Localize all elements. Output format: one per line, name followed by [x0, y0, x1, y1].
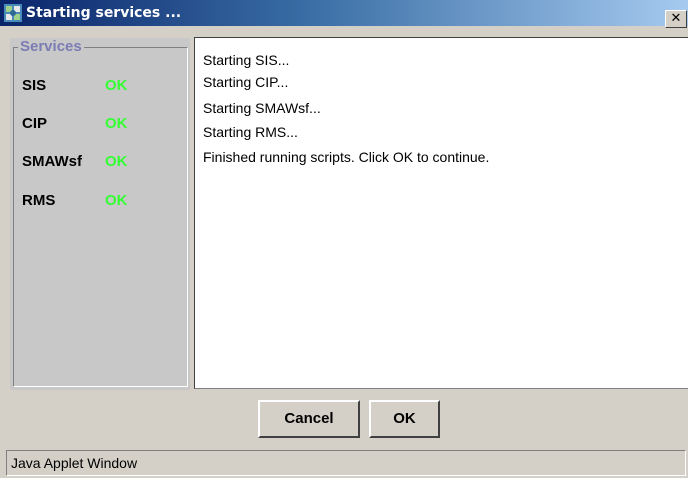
log-line: Starting RMS...: [203, 124, 298, 140]
log-line: Finished running scripts. Click OK to co…: [203, 149, 490, 165]
service-status-sis: OK: [105, 77, 128, 94]
service-name-rms: RMS: [22, 192, 56, 209]
title-bar[interactable]: Starting services ... ✕: [0, 0, 688, 28]
service-name-sis: SIS: [22, 77, 47, 94]
service-name-smawsf: SMAWsf: [22, 153, 82, 170]
services-legend: Services: [18, 38, 84, 56]
cancel-button[interactable]: Cancel: [258, 400, 360, 438]
status-text: Java Applet Window: [11, 455, 138, 471]
applet-status-bar: Java Applet Window: [6, 450, 686, 476]
window-title: Starting services ...: [26, 5, 182, 21]
service-status-rms: OK: [105, 192, 128, 209]
log-line: Starting SIS...: [203, 52, 290, 68]
service-status-smawsf: OK: [105, 153, 128, 170]
log-line: Starting SMAWsf...: [203, 100, 321, 116]
log-line: Starting CIP...: [203, 74, 289, 90]
service-status-cip: OK: [105, 115, 128, 132]
close-button[interactable]: ✕: [665, 10, 687, 28]
close-icon: ✕: [670, 11, 682, 26]
services-panel: Services SIS OK CIP OK SMAWsf OK RMS OK: [10, 38, 190, 390]
log-output-area[interactable]: Starting SIS... Starting CIP... Starting…: [194, 37, 688, 389]
services-group-border: [13, 47, 188, 387]
starting-services-dialog: Starting services ... ✕ Services SIS OK …: [0, 0, 688, 478]
java-applet-icon: [4, 4, 22, 22]
service-name-cip: CIP: [22, 115, 48, 132]
ok-button[interactable]: OK: [369, 400, 440, 438]
